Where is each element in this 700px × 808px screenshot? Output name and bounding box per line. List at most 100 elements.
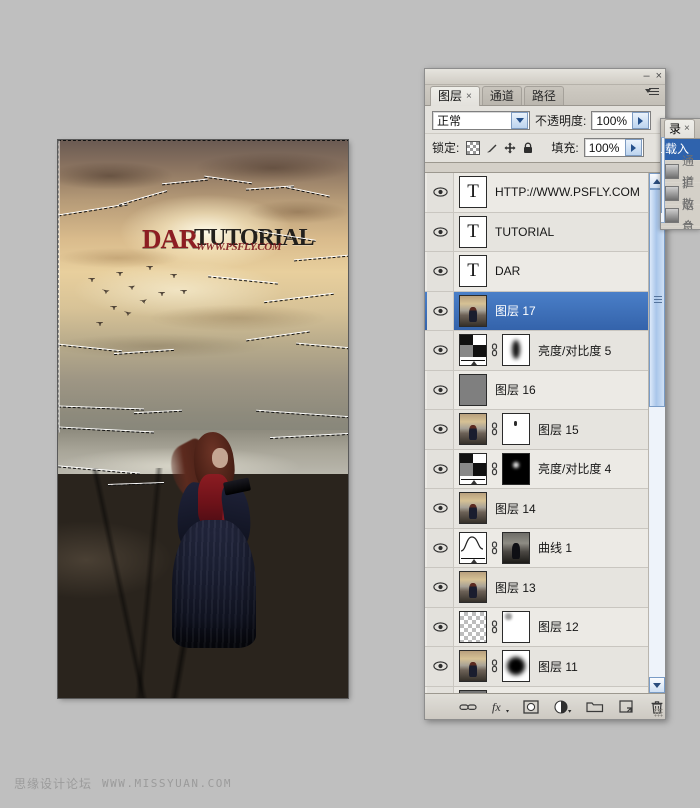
lock-row[interactable]: 锁定: 填充: 100%	[425, 134, 665, 163]
layer-thumbnail-adjustment[interactable]	[459, 334, 487, 367]
eye-icon[interactable]	[432, 503, 448, 513]
panel-resize-grip[interactable]	[654, 708, 663, 717]
table-row[interactable]: 图层 14	[425, 489, 649, 529]
tab-history[interactable]: 录 ×	[664, 119, 695, 138]
layer-visibility-toggle[interactable]	[427, 607, 454, 646]
layer-thumbnail-transparent[interactable]	[459, 610, 487, 643]
layer-visibility-toggle[interactable]	[427, 331, 454, 370]
link-layers-icon[interactable]	[459, 699, 477, 715]
lock-all-icon[interactable]	[522, 142, 534, 154]
layer-mask-thumbnail[interactable]	[502, 650, 530, 683]
new-group-icon[interactable]	[586, 699, 604, 715]
layer-mask-thumbnail[interactable]	[502, 452, 530, 485]
layer-visibility-toggle[interactable]	[427, 647, 454, 686]
mask-link-icon[interactable]	[490, 620, 499, 634]
eye-icon[interactable]	[432, 306, 448, 316]
table-row[interactable]: 图层 12	[425, 607, 649, 647]
lock-transparent-pixels-icon[interactable]	[466, 140, 481, 155]
eye-icon[interactable]	[432, 187, 448, 197]
eye-icon[interactable]	[432, 622, 448, 632]
opacity-input[interactable]: 100%	[591, 111, 652, 130]
layer-visibility-toggle[interactable]	[427, 212, 454, 251]
table-row[interactable]: 亮度/对比度 4	[425, 449, 649, 489]
layer-thumbnail-adjustment[interactable]	[459, 452, 487, 485]
table-row[interactable]: 图层 17	[425, 291, 649, 331]
mask-link-icon[interactable]	[490, 343, 499, 357]
eye-icon[interactable]	[432, 385, 448, 395]
scroll-up-button[interactable]	[661, 138, 662, 152]
blend-mode-row[interactable]: 正常 不透明度: 100%	[425, 106, 665, 134]
layer-thumbnail-image[interactable]	[459, 650, 487, 683]
eye-icon[interactable]	[432, 266, 448, 276]
layer-visibility-toggle[interactable]	[427, 410, 454, 449]
layer-thumbnail-image[interactable]	[459, 492, 487, 525]
mask-link-icon[interactable]	[490, 541, 499, 555]
layer-style-fx-icon[interactable]: fx	[491, 699, 509, 715]
mask-link-icon[interactable]	[490, 659, 499, 673]
mask-link-icon[interactable]	[490, 462, 499, 476]
tab-close-icon[interactable]: ×	[466, 87, 472, 106]
new-fill-adjustment-layer-icon[interactable]	[554, 699, 572, 715]
lock-image-pixels-icon[interactable]	[486, 142, 498, 154]
table-row[interactable]: 亮度/对比度 5	[425, 331, 649, 371]
channels-side-panel[interactable]: 录 × 载入 通道 扩散 焙合 总体	[660, 118, 700, 230]
tab-close-icon[interactable]: ×	[684, 120, 690, 138]
add-layer-mask-icon[interactable]	[523, 699, 540, 715]
table-row[interactable]: T DAR	[425, 252, 649, 292]
lock-position-icon[interactable]	[504, 142, 516, 154]
chevron-down-icon[interactable]	[511, 112, 528, 129]
side-panel-tabs[interactable]: 录 ×	[661, 119, 700, 139]
eye-icon[interactable]	[432, 464, 448, 474]
list-item[interactable]: 总体	[661, 220, 700, 230]
blend-mode-select[interactable]: 正常	[432, 111, 530, 130]
tab-paths[interactable]: 路径	[523, 86, 564, 105]
layer-visibility-toggle[interactable]	[427, 173, 454, 212]
layers-panel-toolbar[interactable]: fx	[425, 693, 665, 719]
table-row[interactable]: 图层 16	[425, 370, 649, 410]
fill-input[interactable]: 100%	[583, 138, 644, 157]
eye-icon[interactable]	[432, 424, 448, 434]
scrollbar-track[interactable]	[649, 189, 665, 677]
layer-mask-thumbnail[interactable]	[502, 334, 530, 367]
eye-icon[interactable]	[432, 543, 448, 553]
mask-link-icon[interactable]	[490, 422, 499, 436]
panel-menu-icon[interactable]	[645, 86, 661, 97]
panel-title-bar[interactable]: – ×	[425, 69, 665, 85]
eye-icon[interactable]	[432, 345, 448, 355]
layer-visibility-toggle[interactable]	[427, 291, 454, 330]
layer-visibility-toggle[interactable]	[427, 489, 454, 528]
layers-panel[interactable]: – × 图层 × 通道 路径 正常 不透明度: 100% 锁定: 填充: 100…	[424, 68, 666, 720]
scrollbar-thumb[interactable]	[661, 153, 662, 213]
close-icon[interactable]: ×	[656, 71, 662, 82]
layer-visibility-toggle[interactable]	[427, 252, 454, 291]
scroll-down-button[interactable]	[649, 677, 665, 693]
layer-thumbnail-text[interactable]: T	[459, 255, 487, 288]
layer-thumbnail-image[interactable]	[459, 413, 487, 446]
table-row[interactable]: 曲线 1	[425, 528, 649, 568]
layer-list-container[interactable]: T HTTP://WWW.PSFLY.COM T TUTORIAL T DAR …	[425, 172, 665, 693]
eye-icon[interactable]	[432, 661, 448, 671]
side-panel-scrollbar[interactable]	[661, 137, 665, 223]
layer-visibility-toggle[interactable]	[427, 370, 454, 409]
new-layer-icon[interactable]	[618, 699, 635, 715]
tab-channels[interactable]: 通道	[481, 86, 522, 105]
eye-icon[interactable]	[432, 582, 448, 592]
tab-layers[interactable]: 图层 ×	[430, 86, 480, 106]
table-row[interactable]: T HTTP://WWW.PSFLY.COM	[425, 173, 649, 213]
layer-mask-thumbnail[interactable]	[502, 413, 530, 446]
table-row[interactable]: T TUTORIAL	[425, 212, 649, 252]
layer-mask-thumbnail[interactable]	[502, 610, 530, 643]
table-row[interactable]: 图层 13	[425, 568, 649, 608]
table-row[interactable]: 图层 11	[425, 647, 649, 687]
layer-visibility-toggle[interactable]	[427, 568, 454, 607]
layer-list-scrollbar[interactable]	[648, 173, 665, 693]
minimize-icon[interactable]: –	[643, 71, 649, 82]
layer-thumbnail-image[interactable]	[459, 571, 487, 604]
opacity-slider-flyout-icon[interactable]	[632, 112, 650, 129]
layer-thumbnail-image[interactable]	[459, 294, 487, 327]
layer-thumbnail-text[interactable]: T	[459, 176, 487, 209]
document-canvas[interactable]: DAR TUTORIAL WWW.PSFLY.COM	[58, 140, 348, 698]
layer-thumbnail-text[interactable]: T	[459, 215, 487, 248]
layer-thumbnail-solid[interactable]	[459, 373, 487, 406]
layer-mask-thumbnail[interactable]	[502, 531, 530, 564]
